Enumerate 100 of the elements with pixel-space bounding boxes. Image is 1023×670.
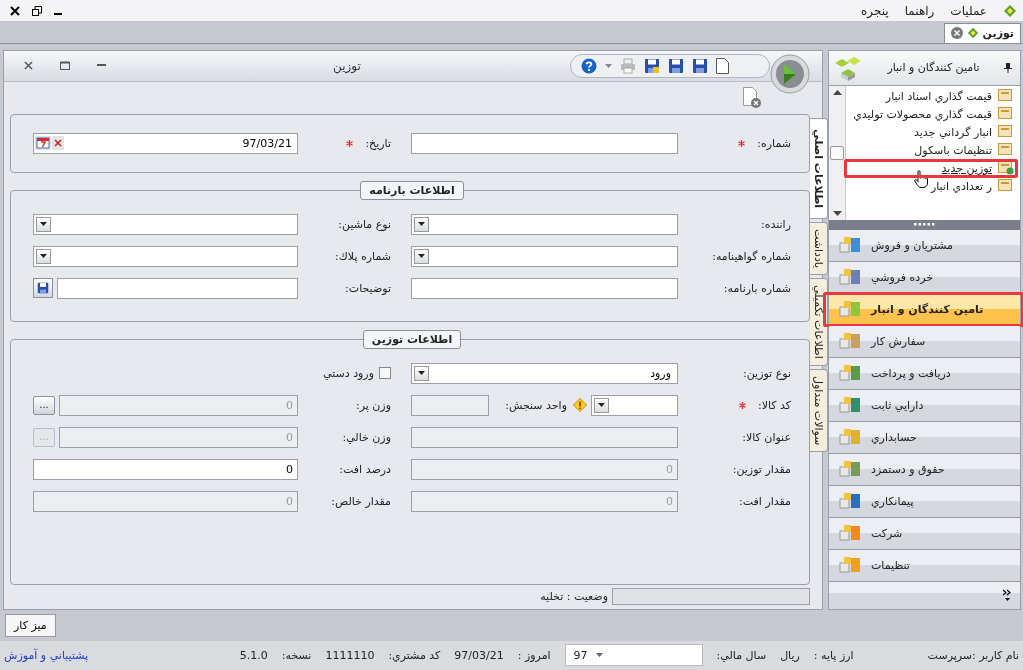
field-label: نوع ماشين: [338,217,391,231]
text-field[interactable] [57,277,298,299]
text-field[interactable] [411,277,678,299]
caret-icon [40,222,47,227]
module-item[interactable]: سفارش كار [829,325,1020,358]
caret-icon [418,371,425,376]
logo-button-icon[interactable] [770,53,810,94]
menu-item[interactable]: عمليات [950,3,987,18]
app-logo-icon [1003,3,1017,18]
document-tab[interactable]: توزين [943,22,1021,43]
document-icon [998,143,1014,158]
calendar-icon[interactable] [35,136,51,151]
dropdown-field[interactable] [591,394,678,416]
dropdown-field[interactable]: ورود [411,362,678,384]
close-icon[interactable] [24,61,33,71]
dropdown-button[interactable] [414,365,429,381]
text-field[interactable] [411,132,678,154]
close-icon[interactable] [10,5,20,16]
fiscal-year-dropdown[interactable]: 97 [564,644,703,667]
task-link[interactable]: انبار گرداني جديد [850,124,992,140]
field-label: شماره گواهينامه: [712,249,791,263]
cubes-icon [839,235,861,256]
scroll-thumb[interactable] [830,145,844,160]
new-document-icon[interactable] [716,57,729,74]
dropdown-button[interactable] [594,397,609,413]
module-item[interactable]: دارايي ثابت [829,389,1020,422]
field-label: توضيحات: [345,281,391,295]
checkbox-label: ورود دستي [323,366,374,380]
text-field[interactable]: 0 [33,458,298,480]
module-item[interactable]: تنظيمات [829,549,1020,582]
side-tab[interactable]: اطلاعات اصلي [810,117,828,219]
save-button[interactable] [33,278,53,299]
scroll-up-icon[interactable] [832,89,842,95]
document-icon [998,179,1014,194]
status-text: وضعيت : تخليه [540,590,608,604]
status-label: كد مشتري: [388,648,441,662]
date-field[interactable]: 97/03/21 [33,132,298,154]
dropdown-button[interactable] [36,248,51,264]
caret-icon [418,254,425,259]
document-icon [998,161,1014,176]
cubes-icon [839,459,861,480]
save-icon[interactable] [692,57,708,74]
dropdown-button[interactable] [414,216,429,232]
task-link[interactable]: تنظيمات باسكول [850,142,992,158]
status-label: نام كاربر :سرپرست [927,648,1019,662]
desktop-button[interactable]: ميز كار [5,613,56,637]
side-tab[interactable]: اطلاعات تكميلي [810,278,828,366]
side-tab[interactable]: يادداشت [810,221,828,276]
field-label: كد كالا: [757,398,791,412]
module-item[interactable]: حقوق و دستمزد [829,453,1020,486]
menu-item[interactable]: پنجره [861,3,889,18]
status-label: نسخه: [281,648,312,662]
dropdown-field[interactable] [411,213,678,235]
dropdown-button[interactable] [36,216,51,232]
scroll-down-icon[interactable] [832,210,842,216]
restore-icon[interactable] [60,61,70,71]
minimize-icon[interactable] [97,64,106,68]
restore-icon[interactable] [32,5,42,16]
pin-icon[interactable] [1004,62,1012,73]
save-icon[interactable] [644,57,660,74]
cubes-icon [839,299,861,320]
field-label: شماره: [757,136,791,150]
help-icon[interactable] [581,57,597,74]
grip-icon[interactable] [913,223,936,227]
field-label: نوع توزين: [743,366,791,380]
module-item[interactable]: حسابداري [829,421,1020,454]
field-label: شماره پلاك: [335,249,391,263]
status-value: ريال [780,648,800,662]
dropdown-button[interactable] [414,248,429,264]
menu-item[interactable]: راهنما [904,3,935,18]
support-link[interactable]: پشتيباني و آموزش [4,648,89,662]
caret-icon[interactable] [605,63,612,68]
dropdown-field[interactable] [33,213,298,235]
module-item[interactable]: دريافت و پرداخت [829,357,1020,390]
document-icon [998,107,1014,122]
task-link[interactable]: قيمت گذاري محصولات توليدي [850,106,992,122]
cubes-icon [839,363,861,384]
cubes-icon [833,54,863,81]
field-label: شماره بارنامه: [723,281,791,295]
module-item[interactable]: پيمانكاري [829,485,1020,518]
task-link[interactable]: ر تعدادي انبار [850,178,992,194]
save-icon[interactable] [668,57,684,74]
scrollbar[interactable] [829,85,846,220]
app-logo-icon [966,27,979,40]
dropdown-field[interactable] [411,245,678,267]
cubes-icon [839,555,861,576]
dropdown-field[interactable] [33,245,298,267]
side-tab[interactable]: سوالات متداول [810,368,828,453]
task-link[interactable]: قيمت گذاري اسناد انبار [850,88,992,104]
checkbox[interactable] [379,367,391,380]
cubes-icon [839,267,861,288]
module-item[interactable]: شركت [829,517,1020,550]
module-item[interactable]: مشتريان و فروش [829,229,1020,262]
clear-icon[interactable] [52,136,64,151]
document-close-icon[interactable] [742,86,762,109]
module-item[interactable]: خرده فروشي [829,261,1020,294]
status-label: سال مالي: [716,648,767,662]
field-label: مقدار خالص: [331,494,391,508]
field-label: عنوان كالا: [742,430,791,444]
chevrons-icon[interactable] [1003,589,1012,602]
